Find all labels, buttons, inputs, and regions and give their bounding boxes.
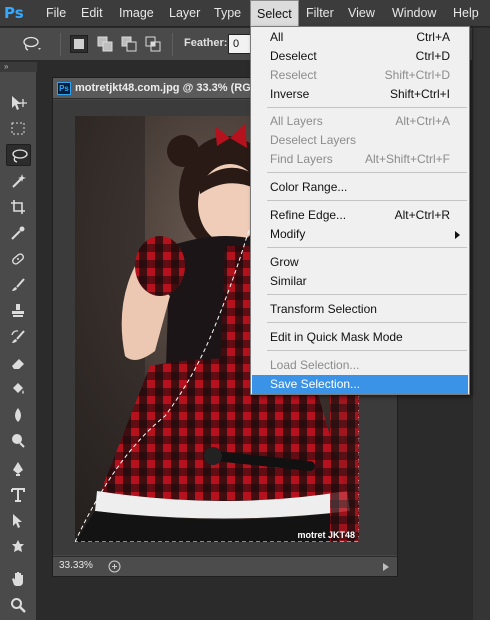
marquee-tool-icon[interactable] — [6, 118, 31, 140]
menu-filter[interactable]: Filter — [300, 0, 340, 27]
menu-separator — [267, 322, 467, 323]
menu-type[interactable]: Type — [208, 0, 247, 27]
select-dropdown-menu: All Ctrl+A Deselect Ctrl+D Reselect Shift+C… — [250, 26, 470, 395]
menu-layer[interactable]: Layer — [163, 0, 206, 27]
status-info-icon[interactable] — [108, 560, 121, 573]
menu-item-deselect[interactable]: Deselect Ctrl+D — [252, 47, 468, 66]
options-separator — [172, 33, 173, 56]
history-brush-icon[interactable] — [6, 326, 31, 348]
healing-brush-icon[interactable] — [6, 248, 31, 270]
menu-window[interactable]: Window — [386, 0, 442, 27]
photoshop-logo: Ps — [4, 4, 24, 22]
menu-select[interactable]: Select — [250, 0, 299, 27]
menu-separator — [267, 200, 467, 201]
menu-item-refine-edge[interactable]: Refine Edge... Alt+Ctrl+R — [252, 206, 468, 225]
menu-item-color-range[interactable]: Color Range... — [252, 178, 468, 197]
feather-input[interactable]: 0 px — [228, 34, 252, 54]
menu-view[interactable]: View — [342, 0, 381, 27]
path-selection-icon[interactable] — [6, 510, 31, 532]
blur-icon[interactable] — [6, 404, 31, 426]
eyedropper-icon[interactable] — [6, 222, 31, 244]
menu-item-similar[interactable]: Similar — [252, 272, 468, 291]
menu-separator — [267, 350, 467, 351]
tools-panel: » — [0, 62, 37, 620]
menu-separator — [267, 247, 467, 248]
photoshop-document-icon: Ps — [57, 82, 71, 95]
feather-label: Feather: — [184, 37, 228, 49]
eraser-icon[interactable] — [6, 352, 31, 374]
menu-item-quick-mask[interactable]: Edit in Quick Mask Mode — [252, 328, 468, 347]
brush-icon[interactable] — [6, 274, 31, 296]
clone-stamp-icon[interactable] — [6, 300, 31, 322]
new-selection-icon[interactable] — [70, 35, 88, 53]
intersect-selection-icon[interactable] — [144, 35, 162, 53]
menu-help[interactable]: Help — [447, 0, 485, 27]
zoom-level[interactable]: 33.33% — [59, 560, 93, 571]
menu-separator — [267, 107, 467, 108]
lasso-tool-icon[interactable] — [6, 144, 31, 166]
menu-item-all[interactable]: All Ctrl+A — [252, 28, 468, 47]
menu-bar: Ps File Edit Image Layer Type Select Fil… — [0, 0, 490, 27]
scroll-right-arrow-icon[interactable] — [381, 561, 391, 571]
menu-item-load-selection[interactable]: Load Selection... — [252, 356, 468, 375]
submenu-arrow-icon — [455, 231, 460, 239]
toolbar-grip[interactable]: » — [0, 62, 37, 72]
crop-tool-icon[interactable] — [6, 196, 31, 218]
right-panel-strip — [472, 28, 490, 620]
menu-file[interactable]: File — [40, 0, 72, 27]
document-title: motretjkt48.com.jpg @ 33.3% (RG — [75, 82, 251, 94]
menu-item-inverse[interactable]: Inverse Shift+Ctrl+I — [252, 85, 468, 104]
options-separator — [60, 33, 61, 56]
hand-icon[interactable] — [6, 568, 31, 590]
dodge-icon[interactable] — [6, 430, 31, 452]
type-tool-icon[interactable] — [6, 484, 31, 506]
menu-edit[interactable]: Edit — [75, 0, 109, 27]
custom-shape-icon[interactable] — [6, 536, 31, 558]
menu-item-deselect-layers[interactable]: Deselect Layers — [252, 131, 468, 150]
menu-item-modify[interactable]: Modify — [252, 225, 468, 244]
photo-watermark: motret JKT48 — [297, 530, 355, 540]
menu-image[interactable]: Image — [113, 0, 160, 27]
menu-item-all-layers[interactable]: All Layers Alt+Ctrl+A — [252, 112, 468, 131]
move-tool-icon[interactable] — [6, 92, 31, 114]
magic-wand-icon[interactable] — [6, 170, 31, 192]
document-status-bar: 33.33% — [53, 556, 397, 576]
menu-item-grow[interactable]: Grow — [252, 253, 468, 272]
zoom-icon[interactable] — [6, 594, 31, 616]
menu-item-save-selection[interactable]: Save Selection... — [252, 375, 468, 394]
lasso-preset-icon[interactable] — [22, 35, 41, 53]
subtract-from-selection-icon[interactable] — [120, 35, 138, 53]
menu-separator — [267, 294, 467, 295]
pen-icon[interactable] — [6, 458, 31, 480]
paint-bucket-icon[interactable] — [6, 378, 31, 400]
add-to-selection-icon[interactable] — [96, 35, 114, 53]
menu-item-find-layers[interactable]: Find Layers Alt+Shift+Ctrl+F — [252, 150, 468, 169]
menu-item-reselect[interactable]: Reselect Shift+Ctrl+D — [252, 66, 468, 85]
menu-separator — [267, 172, 467, 173]
menu-item-transform-selection[interactable]: Transform Selection — [252, 300, 468, 319]
